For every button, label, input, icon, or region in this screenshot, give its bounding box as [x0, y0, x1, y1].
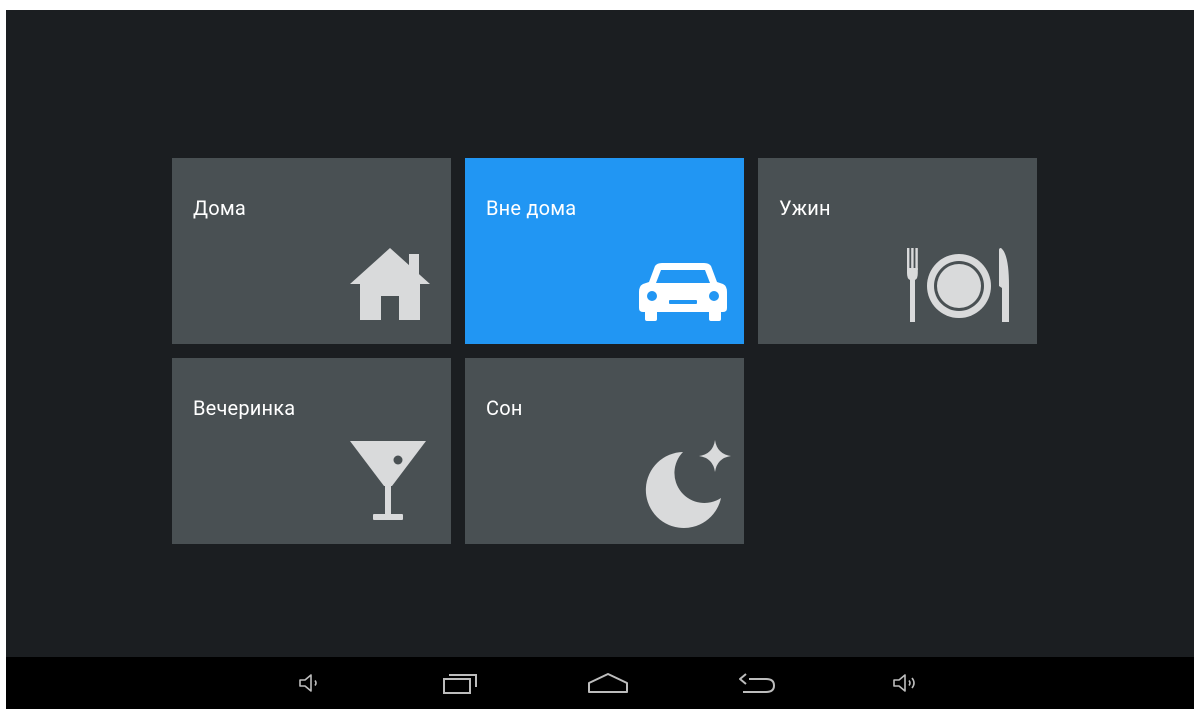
- scene-label: Дома: [193, 196, 246, 220]
- scene-label: Сон: [486, 396, 523, 420]
- car-icon: [639, 263, 727, 321]
- device-frame: Дома Вне дома Ужин Вечеринка Сон: [0, 0, 1200, 709]
- scene-tile-party[interactable]: Вечеринка: [172, 358, 451, 544]
- volume-down-icon: [299, 674, 317, 692]
- moon-icon: [645, 440, 731, 528]
- scene-screen: Дома Вне дома Ужин Вечеринка Сон: [6, 10, 1194, 657]
- scene-tile-sleep[interactable]: Сон: [465, 358, 744, 544]
- volume-up-icon: [893, 674, 915, 692]
- home-nav-icon: [588, 673, 628, 693]
- recent-apps-icon: [443, 674, 477, 694]
- recent-apps-button[interactable]: [420, 657, 500, 709]
- scene-tile-dinner[interactable]: Ужин: [758, 158, 1037, 344]
- scene-tile-home[interactable]: Дома: [172, 158, 451, 344]
- home-icon: [350, 248, 430, 320]
- volume-down-button[interactable]: [270, 657, 350, 709]
- volume-up-button[interactable]: [866, 657, 946, 709]
- cocktail-icon: [350, 441, 426, 520]
- scene-label: Ужин: [779, 196, 831, 220]
- home-nav-button[interactable]: [568, 657, 648, 709]
- scene-label: Вне дома: [486, 196, 577, 220]
- scene-tile-away[interactable]: Вне дома: [465, 158, 744, 344]
- back-icon: [739, 673, 776, 693]
- navigation-bar: [6, 657, 1194, 709]
- scene-label: Вечеринка: [193, 396, 296, 420]
- dinner-icon: [907, 248, 1009, 322]
- back-button[interactable]: [718, 657, 798, 709]
